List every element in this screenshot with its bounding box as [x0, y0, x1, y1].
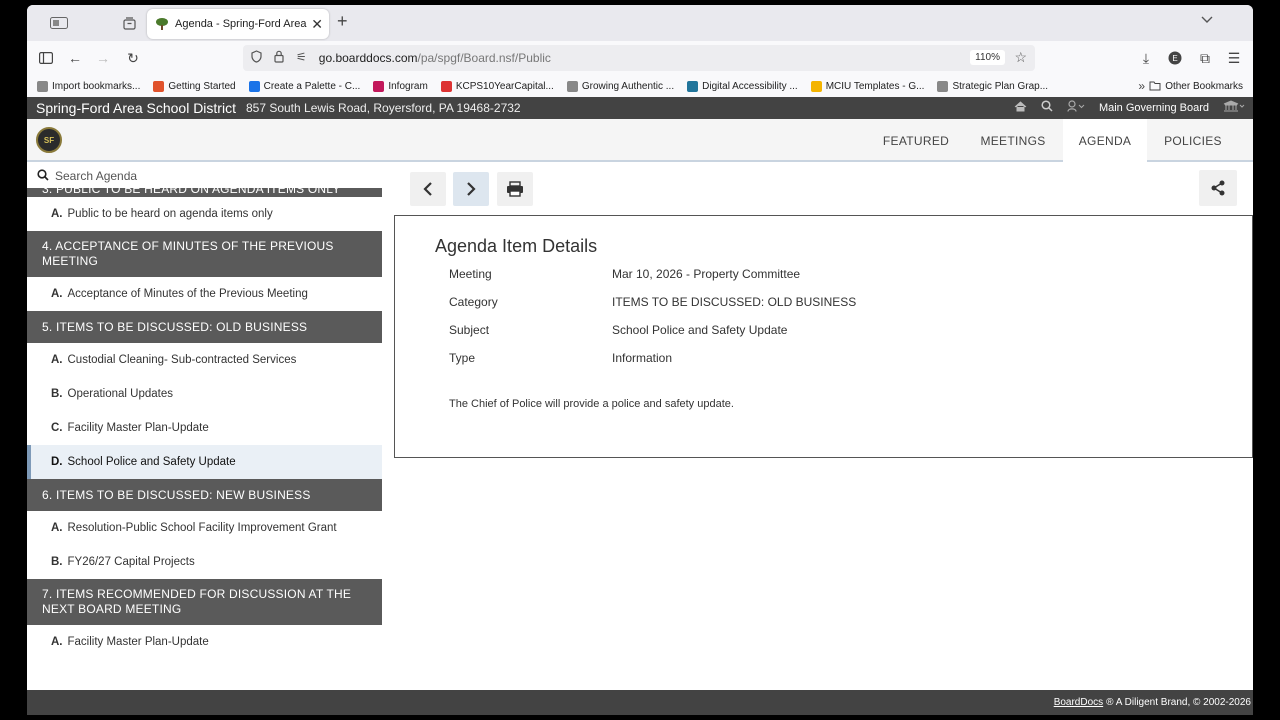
tab-bar: Agenda - Spring-Ford Area Scho ✕ + — [27, 5, 1253, 41]
bookmark-favicon-icon — [153, 80, 165, 92]
agenda-item[interactable]: B. Operational Updates — [27, 377, 382, 411]
shield-icon[interactable] — [251, 50, 262, 66]
tab-featured[interactable]: FEATURED — [875, 119, 957, 162]
details-title: Agenda Item Details — [435, 236, 598, 256]
navigation-toolbar: ← → ↻ ⚟ go.boarddocs.com/pa/spgf/Board.n… — [27, 41, 1253, 75]
meeting-row: Meeting Mar 10, 2026 - Property Committee — [449, 267, 801, 281]
lock-icon[interactable] — [274, 50, 284, 66]
folder-icon — [1149, 81, 1161, 91]
agenda-item[interactable]: A. Facility Master Plan-Update — [27, 625, 382, 659]
agenda-item-selected[interactable]: D. School Police and Safety Update — [27, 445, 382, 479]
district-address: 857 South Lewis Road, Royersford, PA 194… — [245, 101, 521, 115]
chevron-right-icon — [467, 182, 476, 196]
active-tab[interactable]: Agenda - Spring-Ford Area Scho ✕ — [147, 9, 329, 39]
address-bar[interactable]: ⚟ go.boarddocs.com/pa/spgf/Board.nsf/Pub… — [243, 45, 1035, 71]
bookmark-item[interactable]: Strategic Plan Grap... — [937, 80, 1048, 92]
bookmark-favicon-icon — [687, 80, 699, 92]
tree-favicon-icon — [156, 18, 168, 30]
reload-icon[interactable]: ↻ — [122, 48, 144, 68]
agenda-item[interactable]: A. Resolution-Public School Facility Impr… — [27, 511, 382, 545]
new-tab-icon[interactable]: + — [337, 11, 348, 32]
tab-title: Agenda - Spring-Ford Area Scho — [175, 18, 307, 30]
bookmarks-bar: Import bookmarks... Getting Started Create… — [27, 75, 1253, 97]
bookmark-favicon-icon — [373, 80, 385, 92]
bookmark-item[interactable]: Digital Accessibility ... — [687, 80, 798, 92]
url-text: go.boarddocs.com/pa/spgf/Board.nsf/Publi… — [318, 51, 551, 65]
board-building-icon[interactable] — [1223, 100, 1245, 115]
site-permissions-icon[interactable]: ⚟ — [296, 50, 307, 66]
account-icon[interactable]: E — [1164, 48, 1186, 68]
bookmark-item[interactable]: Growing Authentic ... — [566, 80, 674, 92]
user-icon[interactable] — [1067, 100, 1085, 115]
bookmark-item[interactable]: Infogram — [373, 80, 428, 92]
main-navigation: SF FEATURED MEETINGS AGENDA POLICIES — [27, 119, 1253, 162]
svg-text:E: E — [1172, 54, 1177, 63]
search-input[interactable]: Search Agenda — [55, 169, 137, 183]
agenda-section-cut[interactable]: 3. PUBLIC TO BE HEARD ON AGENDA ITEMS ON… — [27, 188, 382, 197]
boarddocs-link[interactable]: BoardDocs — [1054, 697, 1103, 708]
bookmark-favicon-icon — [440, 80, 452, 92]
previous-item-button[interactable] — [410, 172, 446, 206]
chevron-left-icon — [423, 182, 432, 196]
bookmark-favicon-icon — [248, 80, 260, 92]
bookmark-favicon-icon — [566, 80, 578, 92]
agenda-item-details: Agenda Item Details Meeting Mar 10, 2026 … — [394, 215, 1253, 458]
close-tab-icon[interactable]: ✕ — [311, 16, 323, 33]
agenda-section[interactable]: 6. ITEMS TO BE DISCUSSED: NEW BUSINESS — [27, 479, 382, 511]
search-icon[interactable] — [1041, 100, 1053, 115]
menu-icon[interactable]: ☰ — [1223, 48, 1245, 68]
zoom-level[interactable]: 110% — [970, 50, 1005, 65]
footer-copyright: ® A Diligent Brand, © 2002-2026 — [1106, 697, 1251, 708]
type-row: Type Information — [449, 351, 673, 365]
sidebar-icon[interactable] — [35, 48, 57, 68]
agenda-item[interactable]: A. Public to be heard on agenda items onl… — [27, 197, 382, 231]
download-icon[interactable]: ⤓ — [1135, 48, 1157, 68]
bookmark-favicon-icon — [37, 80, 48, 92]
tab-groups-icon[interactable] — [115, 11, 143, 35]
bookmark-item[interactable]: Getting Started — [153, 80, 236, 92]
agenda-section[interactable]: 7. ITEMS RECOMMENDED FOR DISCUSSION AT T… — [27, 579, 382, 625]
bookmark-item[interactable]: MCIU Templates - G... — [810, 80, 924, 92]
agenda-section[interactable]: 4. ACCEPTANCE OF MINUTES OF THE PREVIOUS… — [27, 231, 382, 277]
bookmark-item[interactable]: Import bookmarks... — [37, 80, 140, 92]
agenda-section[interactable]: 5. ITEMS TO BE DISCUSSED: OLD BUSINESS — [27, 311, 382, 343]
bookmark-item[interactable]: KCPS10YearCapital... — [440, 80, 554, 92]
bookmark-favicon-icon — [937, 80, 949, 92]
home-icon[interactable] — [1014, 100, 1027, 115]
bookmark-item[interactable]: Create a Palette - C... — [248, 80, 360, 92]
more-bookmarks-icon[interactable]: » — [1138, 79, 1145, 93]
share-icon — [1211, 180, 1225, 196]
category-row: Category ITEMS TO BE DISCUSSED: OLD BUSIN… — [449, 295, 857, 309]
agenda-item[interactable]: B. FY26/27 Capital Projects — [27, 545, 382, 579]
bookmark-favicon-icon — [810, 80, 822, 92]
district-logo[interactable]: SF — [36, 127, 62, 153]
forward-arrow-icon[interactable]: → — [92, 48, 114, 68]
share-button[interactable] — [1199, 170, 1237, 206]
agenda-item[interactable]: C. Facility Master Plan-Update — [27, 411, 382, 445]
next-item-button[interactable] — [453, 172, 489, 206]
item-description: The Chief of Police will provide a polic… — [449, 398, 734, 410]
board-selector[interactable]: Main Governing Board — [1099, 102, 1209, 114]
extensions-icon[interactable]: ⧉ — [1194, 48, 1216, 68]
other-bookmarks[interactable]: Other Bookmarks — [1149, 81, 1243, 92]
tab-policies[interactable]: POLICIES — [1153, 119, 1233, 162]
subject-row: Subject School Police and Safety Update — [449, 323, 788, 337]
bookmark-star-icon[interactable]: ☆ — [1014, 49, 1027, 66]
back-arrow-icon[interactable]: ← — [64, 48, 86, 68]
agenda-search[interactable]: Search Agenda — [27, 164, 382, 188]
tab-meetings[interactable]: MEETINGS — [975, 119, 1051, 162]
site-header: Spring-Ford Area School District 857 Sou… — [27, 97, 1253, 119]
browser-window: Agenda - Spring-Ford Area Scho ✕ + ← → ↻… — [27, 5, 1253, 715]
agenda-item[interactable]: A. Custodial Cleaning- Sub-contracted Ser… — [27, 343, 382, 377]
district-name: Spring-Ford Area School District — [36, 100, 236, 116]
site-footer: BoardDocs ® A Diligent Brand, © 2002-202… — [27, 690, 1253, 715]
search-icon — [37, 168, 49, 184]
print-button[interactable] — [497, 172, 533, 206]
agenda-item[interactable]: A. Acceptance of Minutes of the Previous … — [27, 277, 382, 311]
printer-icon — [507, 181, 523, 197]
tab-list-chevron-icon[interactable] — [1201, 13, 1213, 27]
tab-agenda[interactable]: AGENDA — [1063, 119, 1147, 162]
agenda-sidebar: 3. PUBLIC TO BE HEARD ON AGENDA ITEMS ON… — [27, 188, 382, 690]
sidebar-toggle-icon[interactable] — [45, 11, 73, 35]
